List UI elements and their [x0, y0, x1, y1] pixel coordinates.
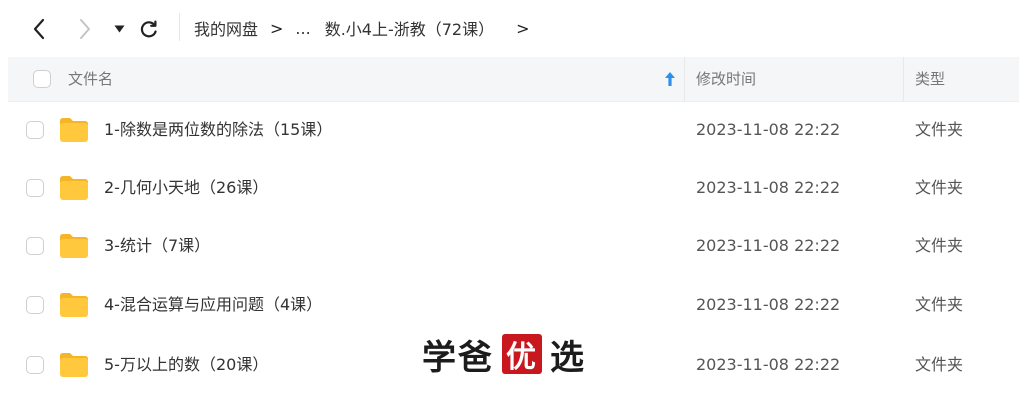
table-row[interactable]: 1-除数是两位数的除法（15课） 2023-11-08 22:22 文件夹	[8, 101, 1019, 159]
folder-icon	[60, 353, 88, 377]
modified-time: 2023-11-08 22:22	[696, 295, 841, 314]
folder-icon	[60, 176, 88, 200]
file-type: 文件夹	[915, 236, 964, 255]
column-header-name[interactable]: 文件名	[68, 57, 113, 101]
row-checkbox[interactable]	[26, 179, 44, 197]
folder-icon	[60, 118, 88, 142]
watermark-text: 学爸	[422, 337, 494, 378]
history-dropdown-button[interactable]	[110, 20, 128, 38]
watermark-logo: 学爸 优 选	[422, 331, 586, 378]
modified-time: 2023-11-08 22:22	[696, 355, 841, 374]
back-button[interactable]	[26, 16, 52, 42]
folder-icon	[60, 234, 88, 258]
toolbar-divider	[179, 13, 180, 41]
forward-button[interactable]	[72, 16, 98, 42]
column-divider	[684, 57, 685, 101]
row-checkbox[interactable]	[26, 121, 44, 139]
file-type: 文件夹	[915, 120, 964, 139]
file-type: 文件夹	[915, 178, 964, 197]
breadcrumb-separator: >	[270, 18, 284, 38]
column-header-modified[interactable]: 修改时间	[696, 57, 756, 101]
modified-time: 2023-11-08 22:22	[696, 178, 841, 197]
refresh-button[interactable]	[137, 17, 161, 41]
file-name[interactable]: 2-几何小天地（26课）	[104, 159, 268, 217]
file-type: 文件夹	[915, 295, 964, 314]
row-checkbox[interactable]	[26, 356, 44, 374]
file-name[interactable]: 5-万以上的数（20课）	[104, 336, 268, 394]
column-divider	[903, 57, 904, 101]
file-name[interactable]: 1-除数是两位数的除法（15课）	[104, 101, 332, 159]
refresh-icon	[140, 20, 157, 38]
sort-ascending-icon[interactable]	[663, 71, 677, 87]
modified-time: 2023-11-08 22:22	[696, 120, 841, 139]
watermark-text-suffix: 选	[550, 337, 586, 378]
table-header: 文件名 修改时间 类型	[8, 57, 1019, 102]
chevron-right-icon	[80, 19, 90, 39]
navigation-bar: 我的网盘 > ... 数.小4上-浙教（72课） >	[0, 0, 1024, 57]
row-checkbox[interactable]	[26, 237, 44, 255]
file-name[interactable]: 3-统计（7课）	[104, 217, 210, 275]
chevron-left-icon	[33, 18, 45, 40]
folder-icon	[60, 293, 88, 317]
table-row[interactable]: 4-混合运算与应用问题（4课） 2023-11-08 22:22 文件夹	[8, 276, 1019, 334]
watermark-seal: 优	[502, 334, 542, 375]
row-checkbox[interactable]	[26, 296, 44, 314]
column-header-type[interactable]: 类型	[915, 57, 945, 101]
table-row[interactable]: 2-几何小天地（26课） 2023-11-08 22:22 文件夹	[8, 159, 1019, 217]
breadcrumb-current[interactable]: 数.小4上-浙教（72课）	[325, 16, 494, 40]
file-name[interactable]: 4-混合运算与应用问题（4课）	[104, 276, 322, 334]
file-type: 文件夹	[915, 355, 964, 374]
breadcrumb-root[interactable]: 我的网盘	[194, 16, 258, 40]
select-all-checkbox[interactable]	[33, 70, 51, 88]
breadcrumb-trailing-separator[interactable]: >	[516, 19, 529, 38]
caret-down-icon	[114, 25, 124, 33]
breadcrumb: 我的网盘 > ... 数.小4上-浙教（72课） >	[194, 14, 542, 42]
modified-time: 2023-11-08 22:22	[696, 236, 841, 255]
table-row[interactable]: 3-统计（7课） 2023-11-08 22:22 文件夹	[8, 217, 1019, 275]
breadcrumb-collapsed[interactable]: ...	[295, 19, 310, 38]
